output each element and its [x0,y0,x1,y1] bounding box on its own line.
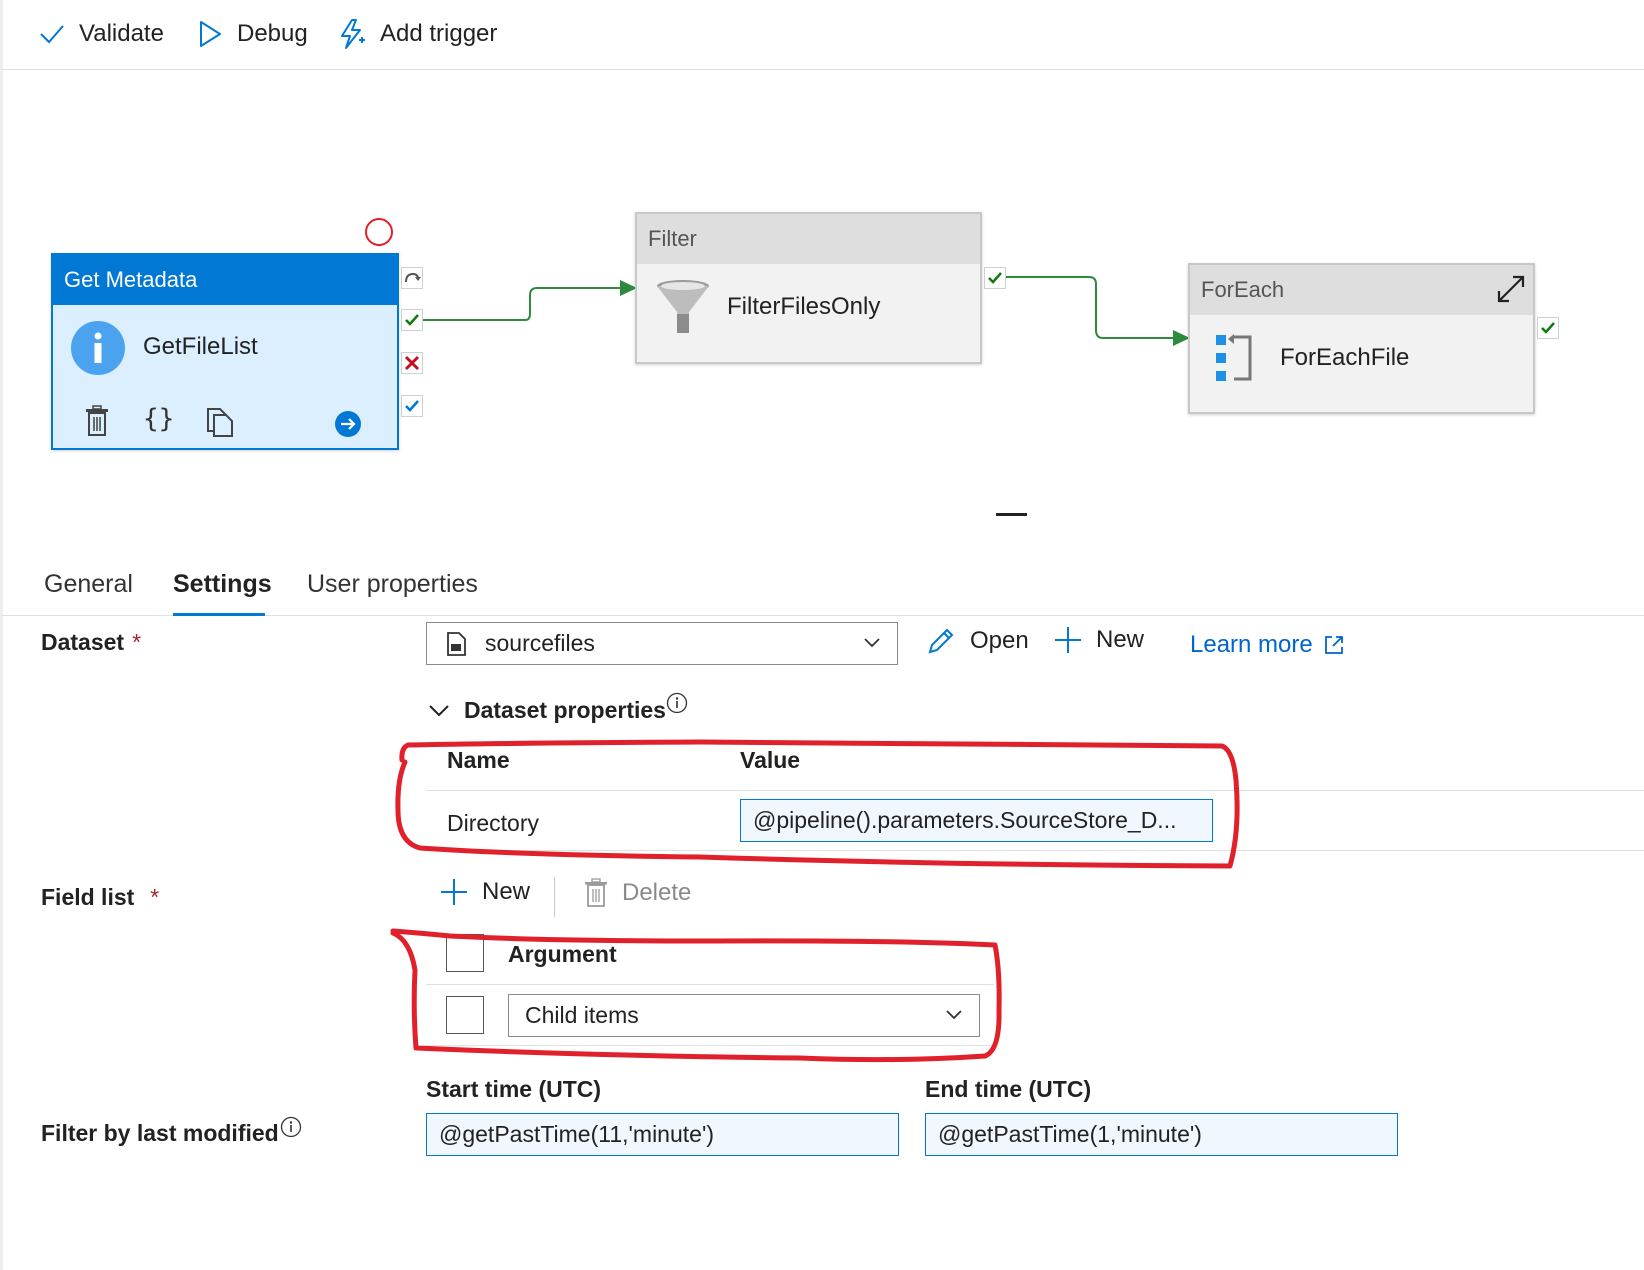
properties-row-divider [426,850,1644,851]
success-port[interactable] [401,309,423,331]
validate-button[interactable]: Validate [39,20,164,48]
debug-button[interactable]: Debug [197,20,308,48]
select-all-checkbox[interactable] [446,934,484,972]
activity-type-label: Get Metadata [53,255,397,305]
success-check-icon [988,272,1002,284]
dataset-properties-toggle[interactable]: Dataset properties [428,697,666,724]
external-link-icon [1324,636,1343,654]
start-time-input[interactable]: @getPastTime(11,'minute') [426,1113,899,1156]
required-mark: * [132,629,142,655]
required-mark: * [150,884,160,910]
skip-port[interactable] [401,267,423,289]
properties-tabs: General Settings User properties [0,540,1644,616]
argument-header: Argument [508,941,617,967]
skip-arrow-icon [405,272,421,283]
completion-check-icon [405,400,419,412]
new-dataset-button[interactable]: New [1054,626,1144,654]
new-dataset-label: New [1096,626,1145,653]
argument-row-divider [426,1045,994,1046]
pencil-icon [928,628,954,654]
settings-panel [0,616,1644,1270]
delete-field-label: Delete [622,879,692,906]
activity-name-label: GetFileList [143,333,258,360]
arrow-right-circle-icon[interactable] [334,410,362,438]
property-name-cell: Directory [447,810,540,836]
dataset-label: Dataset * [41,629,141,656]
delete-field-button[interactable]: Delete [584,878,691,908]
foreach-icon [1216,334,1252,381]
learn-more-link[interactable]: Learn more [1190,631,1345,659]
properties-name-header: Name [447,747,510,773]
toolbar: Validate Debug Add trigger [0,0,1644,70]
info-circle-icon [280,1116,302,1138]
copy-icon[interactable] [205,407,233,437]
dataset-file-icon [447,631,466,656]
play-icon [200,21,221,47]
filter-success-port[interactable] [984,267,1006,289]
open-label: Open [970,627,1029,654]
info-icon [71,321,125,375]
funnel-icon [657,280,709,333]
activity-name-label: FilterFilesOnly [727,293,881,320]
add-field-button[interactable]: New [440,878,530,906]
field-list-label-text: Field list [41,884,135,910]
activity-type-label: Filter [637,214,980,264]
dataset-properties-title: Dataset properties [464,697,666,723]
info-circle-icon [666,692,688,714]
plus-icon [1055,627,1081,653]
trash-icon [585,878,607,907]
expand-icon[interactable] [1495,273,1527,305]
lightning-icon [341,19,365,49]
property-value-input[interactable]: @pipeline().parameters.SourceStore_D... [740,799,1213,842]
tab-settings[interactable]: Settings [173,570,272,599]
argument-select-value: Child items [525,1002,639,1028]
start-time-label: Start time (UTC) [426,1076,602,1102]
learn-more-label: Learn more [1190,631,1313,658]
add-trigger-button[interactable]: Add trigger [338,18,497,50]
pipeline-canvas[interactable]: Get Metadata GetFileList {} Filter Filte… [0,70,1644,540]
add-field-label: New [482,878,531,905]
activity-type-label: ForEach [1190,265,1533,315]
end-time-label: End time (UTC) [925,1076,1092,1102]
activity-foreach[interactable]: ForEach ForEachFile [1188,263,1535,414]
open-dataset-button[interactable]: Open [926,626,1029,656]
add-trigger-label: Add trigger [380,20,498,47]
argument-header-divider [426,984,994,985]
success-check-icon [405,314,419,326]
dataset-label-text: Dataset [41,629,125,655]
toolbar-separator [554,877,555,917]
debug-label: Debug [237,20,308,47]
properties-header-divider [426,790,1644,791]
success-check-icon [1541,322,1555,334]
filter-by-last-modified-label: Filter by last modified [41,1120,279,1146]
completion-port[interactable] [401,395,423,417]
code-icon[interactable]: {} [143,404,174,434]
delete-icon[interactable] [84,405,110,437]
checkmark-icon [40,25,64,44]
failure-port[interactable] [401,352,423,374]
end-time-input[interactable]: @getPastTime(1,'minute') [925,1113,1398,1156]
tab-user-properties[interactable]: User properties [307,570,478,599]
properties-value-header: Value [740,747,801,773]
field-list-label: Field list * [41,884,159,911]
foreach-success-port[interactable] [1537,317,1559,339]
plus-icon [441,879,467,905]
activity-name-label: ForEachFile [1280,344,1410,371]
row-checkbox[interactable] [446,996,484,1034]
failure-x-icon [404,355,420,371]
chevron-down-icon [864,638,880,648]
validate-label: Validate [79,20,164,47]
activity-filter[interactable]: Filter FilterFilesOnly [635,212,982,364]
dataset-select-value: sourcefiles [485,630,595,656]
tab-general[interactable]: General [44,570,133,599]
chevron-down-icon [429,704,449,716]
dataset-select[interactable]: sourcefiles [426,622,898,665]
chevron-down-icon [946,1010,962,1020]
argument-select[interactable]: Child items [508,994,980,1037]
activity-get-metadata[interactable]: Get Metadata GetFileList {} [51,253,399,450]
